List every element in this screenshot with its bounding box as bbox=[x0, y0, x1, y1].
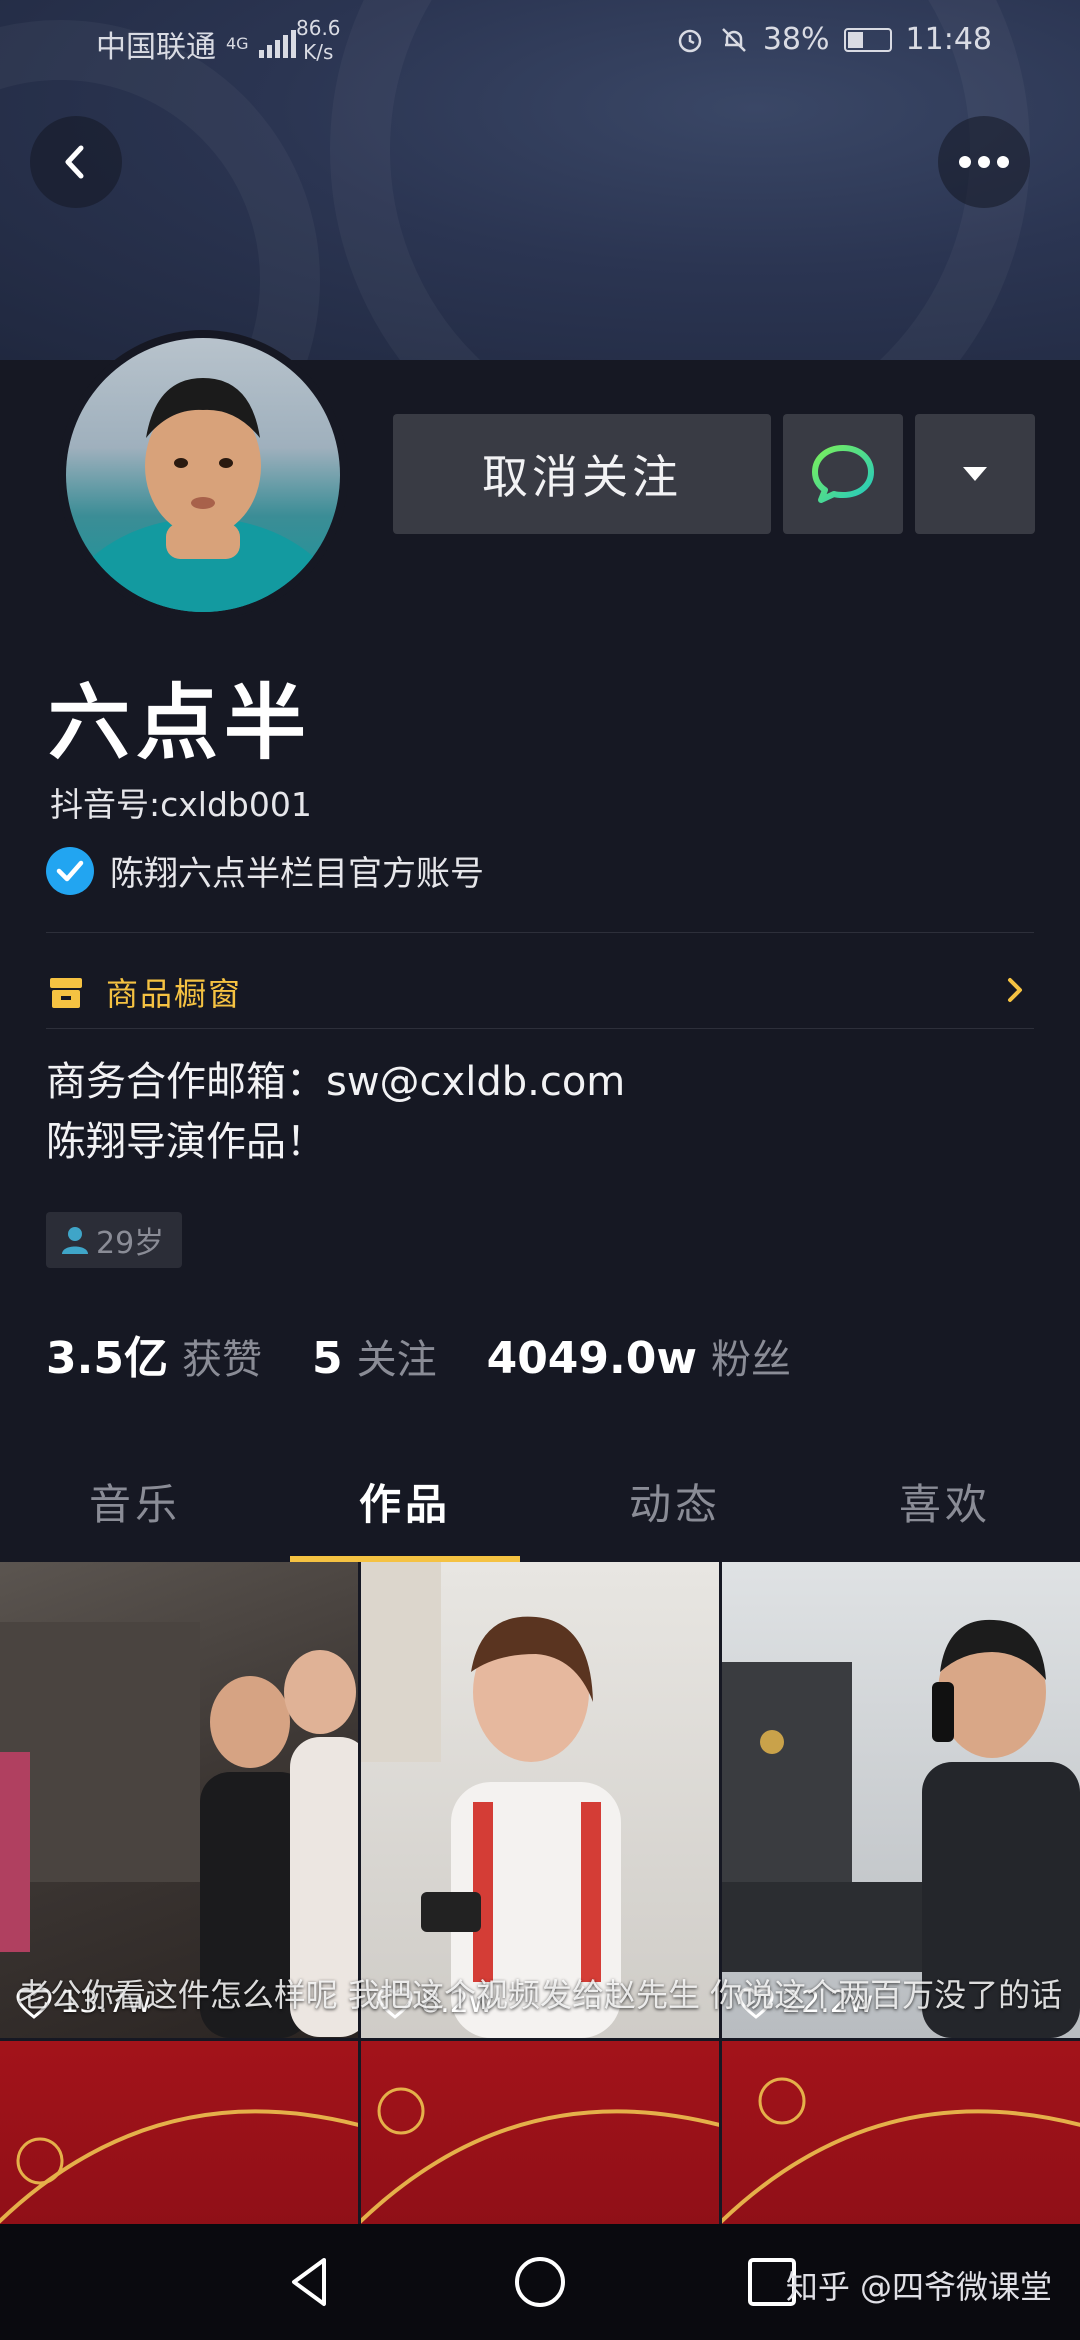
bio-line: 商务合作邮箱：sw@cxldb.com bbox=[46, 1059, 626, 1105]
followers-stat[interactable]: 4049.0w 粉丝 bbox=[487, 1327, 791, 1385]
more-dropdown-button[interactable] bbox=[915, 414, 1035, 534]
verified-text: 陈翔六点半栏目官方账号 bbox=[110, 854, 484, 894]
thumbnail-scene bbox=[0, 1622, 358, 2038]
chat-bubble-icon bbox=[812, 445, 874, 503]
bio-line: 陈翔导演作品！ bbox=[46, 1119, 326, 1165]
thumbnail-scene bbox=[361, 1562, 621, 2038]
video-subtitle-overlay: 老公你看这件怎么样呢 我把这个视频发给赵先生 你说这个两百万没了的话 bbox=[17, 1976, 1063, 2014]
thumbnail-scene bbox=[722, 1619, 1080, 2038]
carrier-name: 中国联通 bbox=[96, 30, 216, 65]
network-speed: 86.6 K/s bbox=[296, 16, 341, 64]
video-thumbnail[interactable] bbox=[0, 2041, 358, 2241]
video-grid: 13.7w 8.2w 22.2w bbox=[0, 1562, 1080, 2241]
status-bar: 中国联通 4G 86.6 K/s 38% 11:48 bbox=[0, 0, 1080, 80]
alarm-icon bbox=[678, 29, 702, 52]
system-nav-bar: 知乎 @四爷微课堂 bbox=[0, 2224, 1080, 2340]
battery-icon bbox=[843, 27, 892, 52]
video-thumbnail[interactable]: 22.2w bbox=[722, 1562, 1080, 2038]
thumbnail-decoration bbox=[722, 2077, 1080, 2224]
signal-icon bbox=[258, 30, 296, 58]
douyin-id: 抖音号:cxldb001 bbox=[50, 785, 312, 824]
avatar[interactable] bbox=[58, 330, 348, 620]
shop-window-label: 商品橱窗 bbox=[106, 975, 243, 1013]
bio: 商务合作邮箱：sw@cxldb.com 陈翔导演作品！ bbox=[46, 1052, 625, 1172]
divider bbox=[46, 1028, 1034, 1029]
network-type: 4G bbox=[226, 34, 249, 53]
unfollow-button[interactable]: 取消关注 bbox=[393, 414, 771, 534]
back-arrow-icon bbox=[65, 145, 84, 179]
following-stat[interactable]: 5 关注 bbox=[312, 1327, 437, 1385]
more-options-button[interactable] bbox=[938, 116, 1030, 208]
profile-tabs: 音乐 作品 动态 喜欢 bbox=[0, 1440, 1080, 1562]
video-thumbnail[interactable]: 13.7w bbox=[0, 1562, 358, 2038]
avatar-portrait bbox=[66, 378, 340, 612]
video-thumbnail[interactable] bbox=[361, 2041, 719, 2241]
tab-likes[interactable]: 喜欢 bbox=[810, 1440, 1080, 1562]
stats-row: 3.5亿 获赞 5 关注 4049.0w 粉丝 bbox=[46, 1322, 791, 1386]
tab-music[interactable]: 音乐 bbox=[0, 1440, 270, 1562]
thumbnail-decoration bbox=[0, 2109, 358, 2224]
nav-back-icon[interactable] bbox=[280, 2252, 340, 2312]
caret-down-icon bbox=[963, 467, 987, 481]
battery-percent: 38% bbox=[762, 22, 830, 57]
likes-stat: 3.5亿 获赞 bbox=[46, 1333, 262, 1384]
video-thumbnail[interactable] bbox=[722, 2041, 1080, 2241]
avatar-photo bbox=[66, 338, 340, 612]
back-button[interactable] bbox=[30, 116, 122, 208]
clock: 11:48 bbox=[905, 22, 992, 57]
chevron-right-icon bbox=[1008, 978, 1022, 1002]
shop-icon bbox=[50, 978, 82, 1008]
message-button[interactable] bbox=[783, 414, 903, 534]
video-thumbnail[interactable]: 8.2w bbox=[361, 1562, 719, 2038]
verified-row: 陈翔六点半栏目官方账号 bbox=[46, 846, 484, 895]
mute-icon bbox=[721, 27, 746, 52]
nav-home-icon[interactable] bbox=[510, 2252, 570, 2312]
person-icon bbox=[62, 1227, 88, 1254]
ellipsis-icon bbox=[959, 156, 1009, 168]
tab-works[interactable]: 作品 bbox=[270, 1440, 540, 1562]
thumbnail-decoration bbox=[361, 2087, 719, 2224]
verified-check-icon bbox=[46, 846, 94, 895]
shop-window-link[interactable]: 商品橱窗 bbox=[46, 952, 1034, 1032]
watermark: 知乎 @四爷微课堂 bbox=[785, 2268, 1052, 2306]
age-tag: 29岁 bbox=[46, 1212, 183, 1268]
divider bbox=[46, 932, 1034, 933]
profile-name: 六点半 bbox=[48, 676, 313, 771]
tab-activity[interactable]: 动态 bbox=[540, 1440, 810, 1562]
